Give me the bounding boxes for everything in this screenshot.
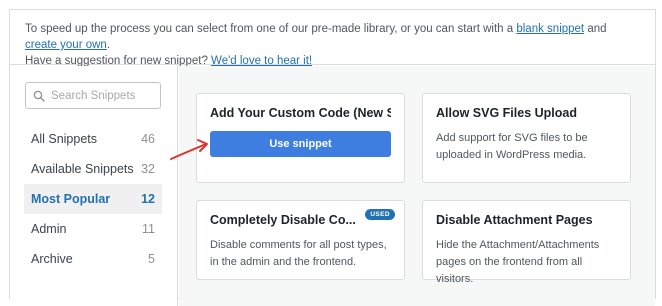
- intro-and: and: [587, 23, 607, 35]
- search-icon: [33, 90, 45, 102]
- category-most-popular[interactable]: Most Popular 12: [24, 184, 162, 214]
- used-badge: USED: [365, 209, 395, 220]
- snippet-library-panel: To speed up the process you can select f…: [9, 9, 656, 306]
- category-sidebar: All Snippets 46 Available Snippets 32 Mo…: [10, 66, 178, 306]
- category-admin[interactable]: Admin 11: [24, 214, 162, 244]
- category-label: Archive: [31, 252, 73, 266]
- category-count: 5: [148, 252, 155, 266]
- category-count: 32: [141, 162, 155, 176]
- intro-period: .: [106, 39, 111, 51]
- snippet-card-custom-code: Add Your Custom Code (New Sn... Use snip…: [196, 93, 405, 183]
- search-input[interactable]: [51, 89, 151, 102]
- card-title: Disable Attachment Pages: [436, 213, 593, 227]
- intro-notice: To speed up the process you can select f…: [10, 10, 655, 67]
- search-box[interactable]: [25, 82, 161, 109]
- red-arrow-annotation: [170, 139, 208, 160]
- category-label: Available Snippets: [31, 162, 134, 176]
- card-title: Add Your Custom Code (New Sn...: [210, 106, 391, 120]
- snippet-grid: Add Your Custom Code (New Sn... Use snip…: [179, 66, 655, 306]
- category-label: Admin: [31, 222, 67, 236]
- category-label: Most Popular: [31, 192, 111, 206]
- category-archive[interactable]: Archive 5: [24, 244, 162, 274]
- snippet-card-disable-comments[interactable]: USED Completely Disable Co... Disable co…: [196, 200, 405, 280]
- create-your-own-link[interactable]: create your own: [25, 39, 107, 51]
- card-description: Disable comments for all post types, in …: [210, 239, 387, 268]
- use-snippet-button[interactable]: Use snippet: [210, 131, 391, 157]
- category-count: 11: [142, 222, 155, 236]
- card-description: Hide the Attachment/Attachments pages on…: [436, 239, 600, 285]
- category-label: All Snippets: [31, 132, 98, 146]
- category-count: 46: [141, 132, 155, 146]
- card-description: Add support for SVG files to be uploaded…: [436, 132, 588, 161]
- blank-snippet-link[interactable]: blank snippet: [516, 23, 584, 35]
- category-all-snippets[interactable]: All Snippets 46: [24, 124, 162, 154]
- card-title: Allow SVG Files Upload: [436, 106, 577, 120]
- category-list: All Snippets 46 Available Snippets 32 Mo…: [24, 124, 162, 274]
- snippet-card-disable-attachment[interactable]: Disable Attachment Pages Hide the Attach…: [422, 200, 631, 285]
- snippet-card-svg-upload[interactable]: Allow SVG Files Upload Add support for S…: [422, 93, 631, 183]
- category-count: 12: [141, 192, 155, 206]
- intro-line-1: To speed up the process you can select f…: [25, 21, 641, 53]
- intro-text: To speed up the process you can select f…: [25, 23, 514, 35]
- category-available-snippets[interactable]: Available Snippets 32: [24, 154, 162, 184]
- card-title: Completely Disable Co...: [210, 213, 356, 227]
